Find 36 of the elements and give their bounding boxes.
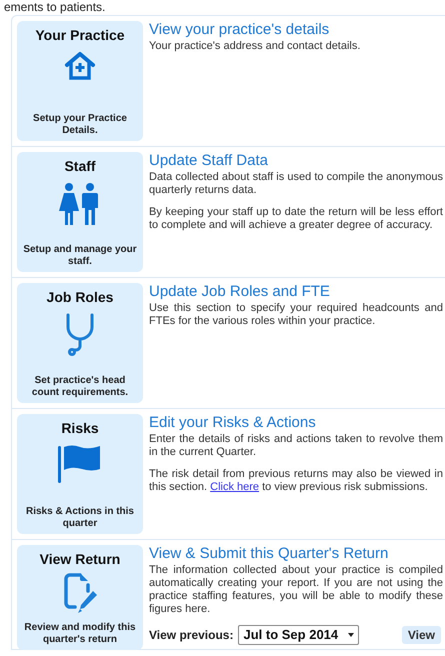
section-heading-link[interactable]: Update Job Roles and FTE [149, 283, 443, 301]
section-tile[interactable]: Your Practice Setup your Practice Details. [17, 21, 143, 141]
description-text: By keeping your staff up to date the return will be less effort to complete and will achieve a greater degree of accuracy. [149, 206, 443, 232]
tile-caption: Setup and manage your staff. [22, 244, 138, 268]
section-heading-link[interactable]: View & Submit this Quarter's Return [149, 545, 443, 563]
section-heading-link[interactable]: View your practice's details [149, 21, 443, 39]
tile-title: Your Practice [35, 26, 125, 44]
people-icon [59, 182, 101, 226]
section-tile[interactable]: Risks Risks & Actions in this quarter [17, 414, 143, 534]
section-tile[interactable]: Staff Setup and manage your staff. [17, 152, 143, 272]
tile-title: Risks [61, 419, 99, 437]
quarter-dropdown[interactable]: Jul to Sep 2014 [238, 625, 360, 645]
section-heading-link[interactable]: Edit your Risks & Actions [149, 414, 443, 432]
tile-title: Job Roles [46, 288, 114, 306]
description-text: The information collected about your practice is compiled automatically creating your report. If you are not using the practice staffing features, you will be able to modify these figures here. [149, 564, 443, 616]
section-tile[interactable]: Job Roles Set practice's head count requirements. [17, 283, 143, 403]
description-text: The risk detail from previous returns may also be viewed in this section. Click here to view previous risk submissions. [149, 468, 443, 494]
section-tile[interactable]: View Return Review and modify this quarter's return [17, 545, 143, 650]
view-previous-label: View previous: [149, 627, 234, 644]
description-text: Enter the details of risks and actions taken to revolve them in the current Quarter. [149, 433, 443, 459]
tile-caption: Risks & Actions in this quarter [25, 506, 135, 530]
flag-icon [58, 444, 102, 484]
tile-caption: Setup your Practice Details. [32, 113, 128, 137]
dropdown-caret-icon [348, 633, 354, 637]
description-text: Your practice's address and contact details. [149, 40, 362, 53]
page-heading: ements to patients. [4, 0, 106, 14]
view-button[interactable]: View [402, 626, 441, 644]
tile-caption: Review and modify this quarter's return [23, 622, 137, 646]
description-text: Data collected about staff is used to compile the anonymous quarterly returns data. [149, 171, 443, 197]
section-heading-link[interactable]: Update Staff Data [149, 152, 443, 170]
tile-title: View Return [40, 550, 120, 568]
tile-title: Staff [64, 157, 96, 175]
description-text: Use this section to specify your required headcounts and FTEs for the various roles within your practice. [149, 302, 443, 328]
tile-caption: Set practice's head count requirements. [30, 375, 130, 399]
house-plus-icon [64, 51, 96, 81]
click-here-link[interactable]: Click here [210, 481, 260, 493]
